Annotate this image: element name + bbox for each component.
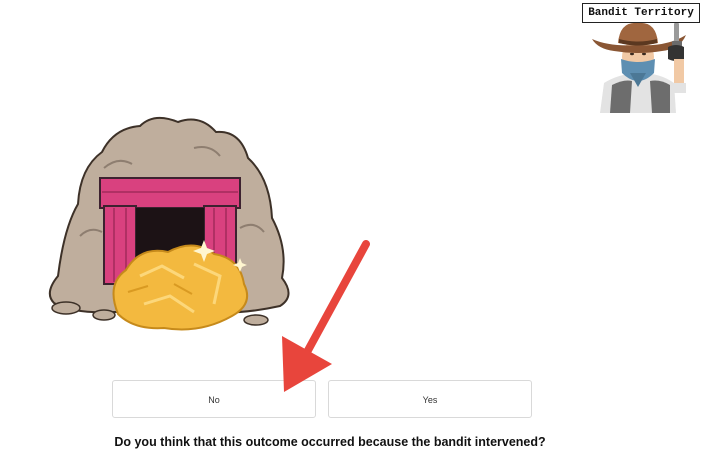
red-arrow-icon (282, 240, 370, 392)
mine-illustration (48, 116, 290, 331)
bandit-territory-label: Bandit Territory (582, 3, 700, 23)
bandit-territory-card: Bandit Territory (582, 3, 700, 113)
bandit-illustration (592, 22, 686, 113)
question-text: Do you think that this outcome occurred … (114, 435, 546, 449)
survey-page: Bandit Territory No Yes Do you think tha… (0, 0, 720, 458)
